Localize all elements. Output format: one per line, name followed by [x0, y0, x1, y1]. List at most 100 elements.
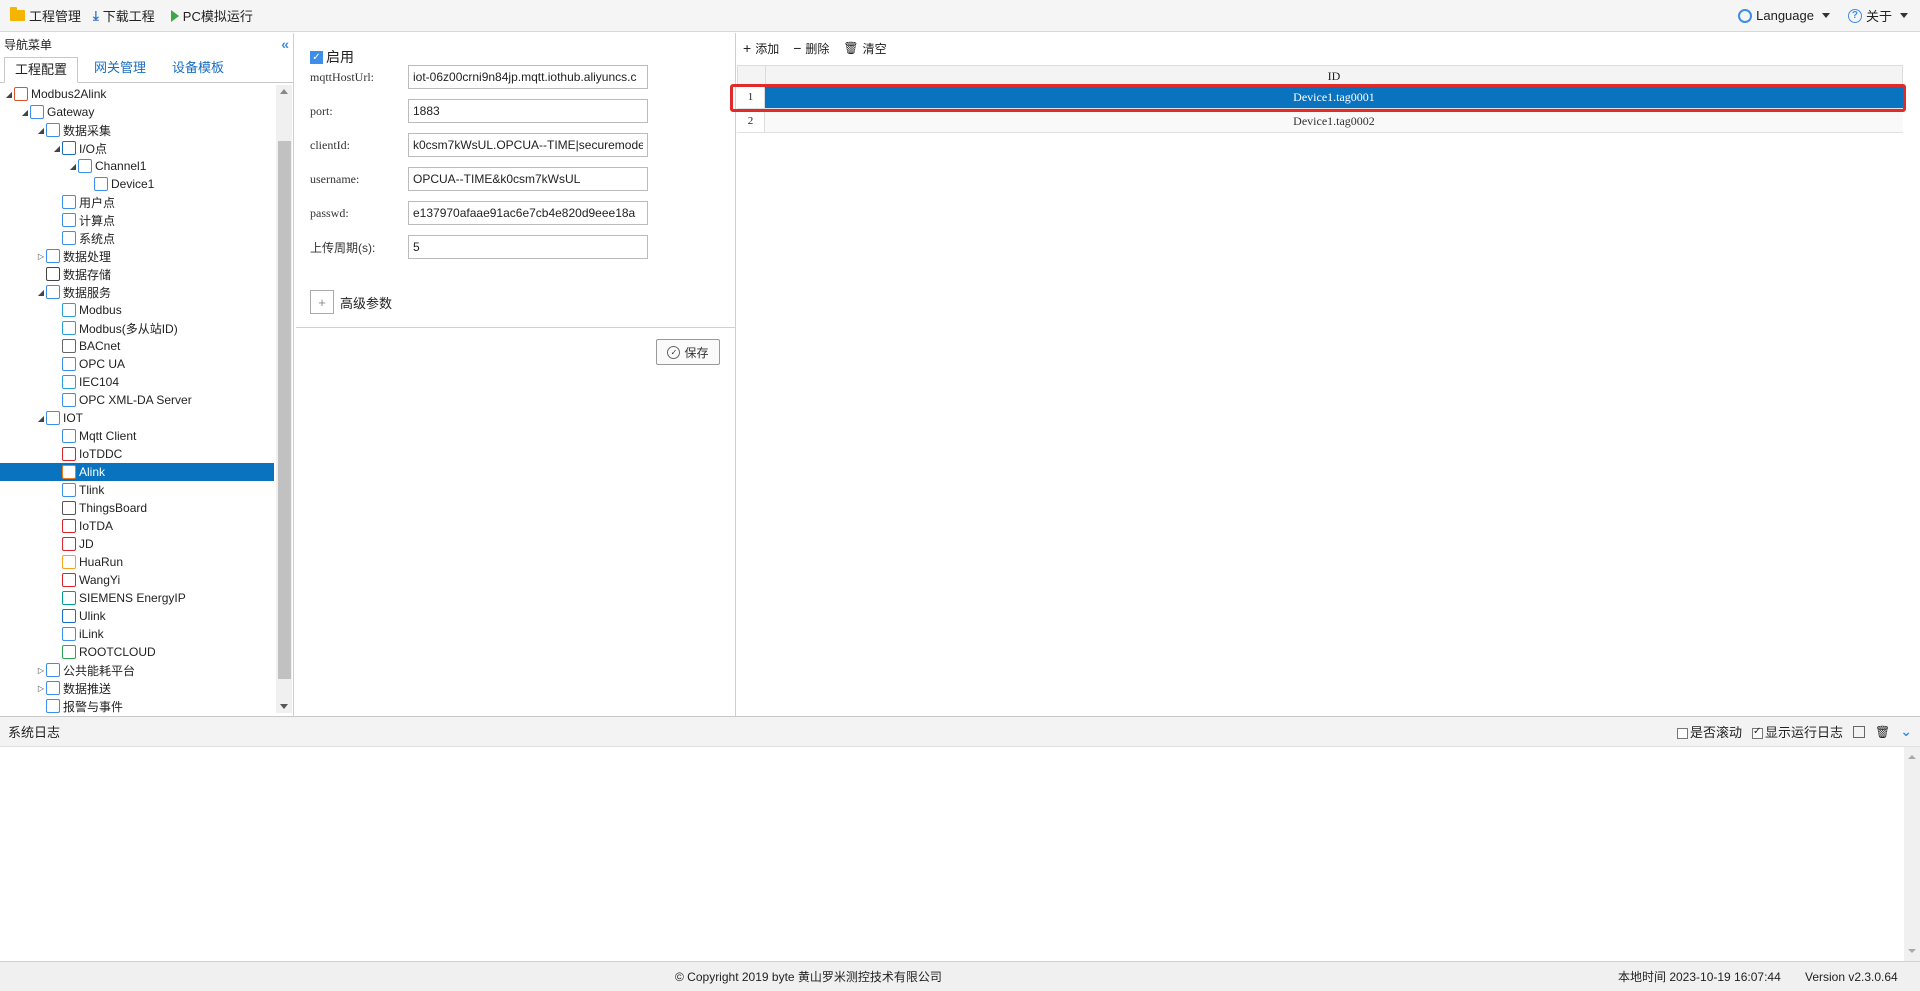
- tab-device-template[interactable]: 设备模板: [162, 56, 234, 82]
- upload-period-input[interactable]: [408, 235, 648, 259]
- collapse-nav-icon[interactable]: «: [281, 36, 289, 52]
- tab-project-config[interactable]: 工程配置: [4, 57, 79, 83]
- port-label: port:: [310, 103, 333, 118]
- tree-item[interactable]: ▷ 数据推送: [0, 679, 274, 697]
- minus-icon: −: [793, 40, 802, 56]
- expanded-toggle-icon[interactable]: ◢: [36, 126, 46, 135]
- expanded-toggle-icon[interactable]: ◢: [52, 144, 62, 153]
- tree-item[interactable]: ROOTCLOUD: [0, 643, 274, 661]
- scroll-up-icon[interactable]: [1908, 755, 1916, 759]
- tree-item[interactable]: ◢ 数据服务: [0, 283, 274, 301]
- tree-item[interactable]: SIEMENS EnergyIP: [0, 589, 274, 607]
- pc-simulate-button[interactable]: PC模拟运行: [161, 0, 259, 32]
- table-row[interactable]: 2 Device1.tag0002: [737, 109, 1903, 133]
- trash-icon[interactable]: 🗑: [1875, 725, 1890, 739]
- tree-item[interactable]: OPC UA: [0, 355, 274, 373]
- collapsed-toggle-icon[interactable]: ▷: [36, 666, 46, 675]
- username-input[interactable]: [408, 167, 648, 191]
- expanded-toggle-icon[interactable]: ◢: [4, 90, 14, 99]
- table-row[interactable]: 1 Device1.tag0001: [737, 85, 1903, 109]
- advanced-params-toggle[interactable]: + 高级参数: [310, 290, 392, 314]
- tree-item[interactable]: ◢ I/O点: [0, 139, 274, 157]
- copyright-text: © Copyright 2019 byte 黄山罗米测控技术有限公司: [675, 970, 942, 984]
- tree-item[interactable]: ◢ Gateway: [0, 103, 274, 121]
- expanded-toggle-icon[interactable]: ◢: [36, 288, 46, 297]
- id-column-header[interactable]: ID: [766, 66, 1902, 84]
- tree-item[interactable]: ▷ 公共能耗平台: [0, 661, 274, 679]
- io-icon: [62, 141, 76, 155]
- collapse-log-icon[interactable]: ⌄: [1900, 723, 1912, 740]
- grid-header: ID: [737, 65, 1903, 85]
- clear-button[interactable]: 🗑 清空: [843, 40, 886, 57]
- port-input[interactable]: [408, 99, 648, 123]
- passwd-label: passwd:: [310, 205, 349, 220]
- tree-item[interactable]: Device1: [0, 175, 274, 193]
- tree-item[interactable]: 计算点: [0, 211, 274, 229]
- language-menu[interactable]: Language: [1732, 0, 1836, 32]
- tree-item[interactable]: 系统点: [0, 229, 274, 247]
- collapsed-toggle-icon[interactable]: ▷: [36, 252, 46, 261]
- help-icon: ?: [1847, 8, 1862, 23]
- checkbox-unchecked-icon: [1677, 728, 1688, 740]
- scroll-up-icon[interactable]: [280, 89, 288, 94]
- log-scrollbar[interactable]: [1904, 747, 1920, 961]
- tree-item[interactable]: ThingsBoard: [0, 499, 274, 517]
- add-button[interactable]: + 添加: [743, 40, 779, 57]
- tree-item[interactable]: Ulink: [0, 607, 274, 625]
- delete-button[interactable]: − 删除: [793, 40, 829, 57]
- tree-item[interactable]: HuaRun: [0, 553, 274, 571]
- auto-scroll-checkbox[interactable]: 是否滚动: [1677, 722, 1742, 741]
- expanded-toggle-icon[interactable]: ◢: [68, 162, 78, 171]
- tree-item[interactable]: ◢ Modbus2Alink: [0, 85, 274, 103]
- expanded-toggle-icon[interactable]: ◢: [36, 414, 46, 423]
- tree-item[interactable]: Modbus(多从站ID): [0, 319, 274, 337]
- expand-plus-icon: +: [310, 290, 334, 314]
- checkbox-checked-icon: ✓: [310, 50, 323, 64]
- tree-item[interactable]: IoTDDC: [0, 445, 274, 463]
- tree-item[interactable]: ◢ Channel1: [0, 157, 274, 175]
- save-button[interactable]: ✓ 保存: [656, 339, 720, 365]
- row-number: 2: [737, 109, 765, 132]
- client-id-input[interactable]: [408, 133, 648, 157]
- tree-scrollbar[interactable]: [276, 85, 292, 713]
- navigation-panel: 导航菜单 « 工程配置 网关管理 设备模板 ◢ Modbus2Alink ◢ Gate…: [0, 33, 294, 716]
- tree-item[interactable]: Modbus: [0, 301, 274, 319]
- log-title: 系统日志: [8, 725, 61, 740]
- tree-item[interactable]: Tlink: [0, 481, 274, 499]
- tree-item[interactable]: IoTDA: [0, 517, 274, 535]
- tree-item-label: 数据处理: [63, 249, 112, 264]
- tree-item[interactable]: WangYi: [0, 571, 274, 589]
- system-point-icon: [62, 231, 76, 245]
- database-icon: [46, 267, 60, 281]
- tree-item[interactable]: 数据存储: [0, 265, 274, 283]
- tree-item[interactable]: 报警与事件: [0, 697, 274, 713]
- tree-item-label: IOT: [63, 411, 83, 425]
- tree-item[interactable]: IEC104: [0, 373, 274, 391]
- auto-scroll-label: 是否滚动: [1690, 725, 1743, 740]
- scroll-down-icon[interactable]: [280, 704, 288, 709]
- tree-item[interactable]: ▷ 数据处理: [0, 247, 274, 265]
- scroll-down-icon[interactable]: [1908, 949, 1916, 953]
- row-number-header: [738, 66, 766, 84]
- tab-gateway-management[interactable]: 网关管理: [84, 56, 156, 82]
- tree-item[interactable]: ◢ 数据采集: [0, 121, 274, 139]
- download-project-button[interactable]: ⤓ 下载工程: [87, 0, 161, 32]
- tree-item[interactable]: Mqtt Client: [0, 427, 274, 445]
- save-log-icon[interactable]: [1853, 725, 1866, 738]
- scrollbar-thumb[interactable]: [278, 141, 291, 679]
- tree-item[interactable]: Alink: [0, 463, 274, 481]
- tree-item[interactable]: ◢ IOT: [0, 409, 274, 427]
- show-run-log-checkbox[interactable]: 显示运行日志: [1752, 722, 1843, 741]
- tree-item[interactable]: iLink: [0, 625, 274, 643]
- project-management-menu[interactable]: 工程管理: [4, 0, 87, 32]
- expanded-toggle-icon[interactable]: ◢: [20, 108, 30, 117]
- mqtt-host-input[interactable]: [408, 65, 648, 89]
- tree-item[interactable]: OPC XML-DA Server: [0, 391, 274, 409]
- collapsed-toggle-icon[interactable]: ▷: [36, 684, 46, 693]
- passwd-input[interactable]: [408, 201, 648, 225]
- tree-item[interactable]: BACnet: [0, 337, 274, 355]
- tree-item[interactable]: JD: [0, 535, 274, 553]
- tree-item[interactable]: 用户点: [0, 193, 274, 211]
- modbus-icon: [62, 321, 76, 335]
- about-menu[interactable]: ? 关于: [1842, 0, 1914, 32]
